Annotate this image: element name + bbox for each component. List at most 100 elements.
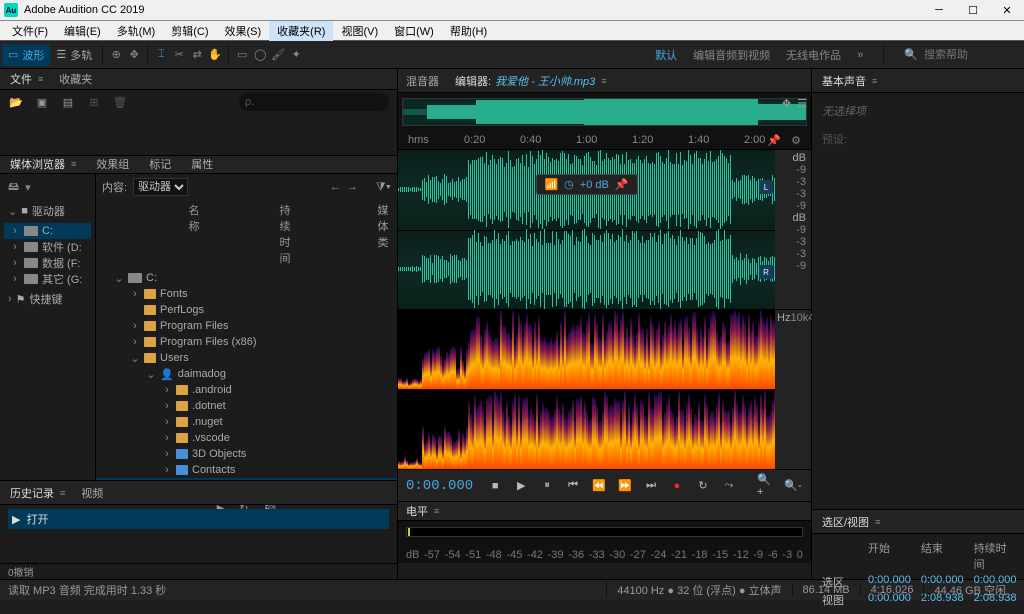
close-button[interactable]: ✕: [994, 2, 1020, 18]
tab-history[interactable]: 历史记录: [10, 485, 65, 501]
menu-edit[interactable]: 编辑(E): [56, 21, 109, 41]
record-button[interactable]: ●: [667, 476, 687, 496]
channel-r-badge[interactable]: R: [759, 265, 773, 279]
close-file-icon[interactable]: 🗑: [112, 94, 128, 110]
folder-row[interactable]: ›Fonts: [96, 286, 397, 302]
menu-help[interactable]: 帮助(H): [442, 21, 495, 41]
drive-d[interactable]: ›软件 (D:: [4, 239, 91, 255]
record-file-icon[interactable]: ▣: [34, 94, 50, 110]
folder-row[interactable]: PerfLogs: [96, 302, 397, 318]
drive-g[interactable]: ›其它 (G:: [4, 271, 91, 287]
drives-label[interactable]: ⌄ ■ 驱动器: [0, 201, 95, 221]
folder-row[interactable]: ⌄C:: [96, 270, 397, 286]
play-button[interactable]: ▶: [511, 476, 531, 496]
goto-end-button[interactable]: ⏭: [641, 476, 661, 496]
tab-video[interactable]: 视频: [81, 485, 103, 501]
menu-file[interactable]: 文件(F): [4, 21, 56, 41]
workspace-audio-to-video[interactable]: 编辑音频到视频: [693, 47, 770, 63]
rewind-button[interactable]: ⏪: [589, 476, 609, 496]
workspace-more[interactable]: »: [857, 49, 863, 61]
tab-mixer[interactable]: 混音器: [406, 73, 439, 89]
forward-button[interactable]: ⏩: [615, 476, 635, 496]
filter-icon[interactable]: ⧩▾: [376, 181, 391, 194]
waveform-display[interactable]: 📶 ◷ +0 dB 📌 L R dB-9-3-3-9dB-9-3-3-9: [398, 149, 811, 309]
goto-start-button[interactable]: ⏮: [563, 476, 583, 496]
tab-levels[interactable]: 电平: [406, 503, 439, 519]
search-help-input[interactable]: [924, 49, 1014, 61]
tool-brush[interactable]: 🖌: [269, 46, 287, 64]
tool-lasso[interactable]: ◯: [251, 46, 269, 64]
minimize-button[interactable]: ─: [926, 2, 952, 18]
drive-f[interactable]: ›数据 (F:: [4, 255, 91, 271]
zoom-out-icon[interactable]: 🔍-: [783, 476, 803, 496]
level-meter[interactable]: dB-57-54-51-48-45-42-39-36-33-30-27-24-2…: [398, 521, 811, 563]
tool-hand[interactable]: ✋: [206, 46, 224, 64]
workspace-default[interactable]: 默认: [655, 47, 677, 63]
menu-favorites[interactable]: 收藏夹(R): [269, 21, 333, 41]
nav-back-icon[interactable]: ←: [330, 181, 341, 193]
time-display[interactable]: 0:00.000: [406, 478, 473, 494]
folder-row[interactable]: ›.android: [96, 382, 397, 398]
maximize-button[interactable]: ☐: [960, 2, 986, 18]
content-select[interactable]: 驱动器: [133, 178, 188, 196]
tool-marquee[interactable]: ▭: [233, 46, 251, 64]
folder-row[interactable]: ⌄👤daimadog: [96, 366, 397, 382]
tool-stamp[interactable]: ✦: [287, 46, 305, 64]
folder-row[interactable]: ›Program Files: [96, 318, 397, 334]
tab-favorites[interactable]: 收藏夹: [59, 71, 92, 87]
folder-row[interactable]: ›.nuget: [96, 414, 397, 430]
tool-selection[interactable]: ⌶: [152, 46, 170, 64]
insert-icon[interactable]: ⊞: [86, 94, 102, 110]
folder-row[interactable]: ⌄Users: [96, 350, 397, 366]
pin-small-icon[interactable]: 📌: [615, 178, 629, 191]
tab-markers[interactable]: 标记: [149, 156, 171, 172]
volume-hud[interactable]: 📶 ◷ +0 dB 📌: [535, 174, 637, 195]
channel-l-badge[interactable]: L: [759, 180, 773, 194]
spectrogram-display[interactable]: Hz10k4k2k1kHz10k4k2k1k: [398, 309, 811, 469]
tab-media-browser[interactable]: 媒体浏览器: [10, 156, 76, 172]
tool-slip[interactable]: ⇄: [188, 46, 206, 64]
new-multitrack-icon[interactable]: ▤: [60, 94, 76, 110]
menu-view[interactable]: 视图(V): [333, 21, 386, 41]
tab-effects-rack[interactable]: 效果组: [96, 156, 129, 172]
folder-row[interactable]: ›.vscode: [96, 430, 397, 446]
tool-spot-healing[interactable]: ⊕: [107, 46, 125, 64]
loop-button[interactable]: ↻: [693, 476, 713, 496]
skip-selection-button[interactable]: ⤳: [719, 476, 739, 496]
col-duration[interactable]: 持续时间: [280, 202, 298, 266]
pan-tool-icon[interactable]: ✥: [782, 97, 791, 110]
menu-effects[interactable]: 效果(S): [217, 21, 270, 41]
workspace-radio[interactable]: 无线电作品: [786, 47, 841, 63]
ruler-menu-icon[interactable]: ⚙: [791, 134, 801, 147]
tab-files[interactable]: 文件: [10, 71, 43, 87]
tab-editor[interactable]: 编辑器: 我爱他 - 王小帅.mp3: [455, 73, 607, 89]
drives-root-icon[interactable]: 🖴: [8, 178, 19, 197]
pause-button[interactable]: ⏸: [537, 476, 557, 496]
shortcuts-label[interactable]: › ⚑ 快捷键: [0, 289, 95, 309]
zoom-in-icon[interactable]: 🔍+: [757, 476, 777, 496]
tab-selection-view[interactable]: 选区/视图: [822, 514, 880, 530]
open-file-icon[interactable]: 📂: [8, 94, 24, 110]
stop-button[interactable]: ■: [485, 476, 505, 496]
mode-multitrack[interactable]: ☰ 多轨: [50, 44, 98, 66]
mode-waveform[interactable]: ▭ 波形: [2, 44, 50, 66]
col-name[interactable]: 名称: [189, 202, 200, 266]
tab-essential-sound[interactable]: 基本声音: [822, 73, 877, 89]
menu-window[interactable]: 窗口(W): [386, 21, 442, 41]
view-menu-icon[interactable]: ☰: [797, 97, 807, 110]
nav-fwd-icon[interactable]: →: [347, 181, 358, 193]
overview-waveform[interactable]: ✥ ☰: [398, 93, 811, 131]
folder-row[interactable]: ›.dotnet: [96, 398, 397, 414]
timeline-ruler[interactable]: hms 0:20 0:40 1:00 1:20 1:40 2:00 📌 ⚙: [398, 131, 811, 149]
pin-icon[interactable]: 📌: [767, 134, 781, 147]
col-mediatype[interactable]: 媒体类: [378, 202, 391, 266]
drives-dropdown-icon[interactable]: ▾: [25, 181, 31, 194]
tool-razor[interactable]: ✂: [170, 46, 188, 64]
tool-move[interactable]: ✥: [125, 46, 143, 64]
tab-properties[interactable]: 属性: [191, 156, 213, 172]
menu-clip[interactable]: 剪辑(C): [163, 21, 216, 41]
folder-row[interactable]: ›Program Files (x86): [96, 334, 397, 350]
folder-row[interactable]: ›3D Objects: [96, 446, 397, 462]
files-search[interactable]: ρ.: [239, 93, 389, 111]
drive-c[interactable]: ›C:: [4, 223, 91, 239]
